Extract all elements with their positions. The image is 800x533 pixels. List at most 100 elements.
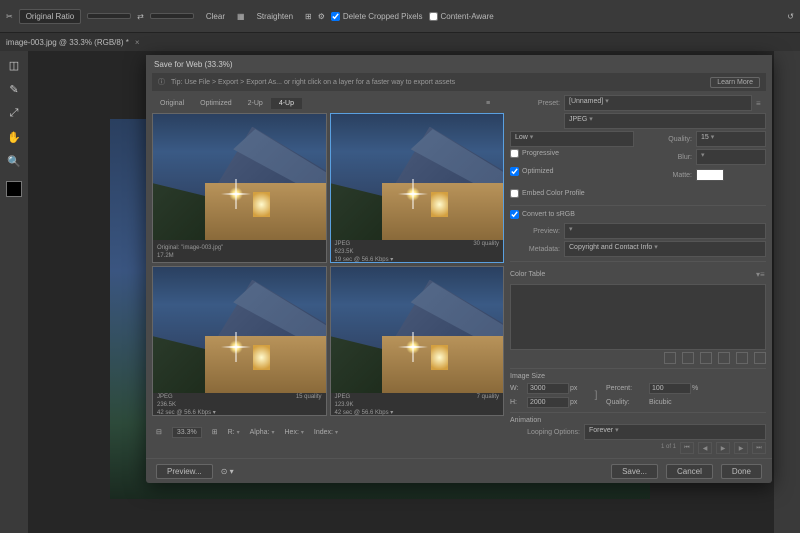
- quality-input[interactable]: 15: [696, 131, 766, 147]
- ct-icon[interactable]: [700, 352, 712, 364]
- alpha-value: Alpha:: [250, 429, 275, 436]
- height-input[interactable]: [527, 397, 569, 408]
- save-button[interactable]: Save...: [611, 464, 658, 479]
- preview-jpeg-7[interactable]: JPEG7 quality123.9K42 sec @ 56.6 Kbps ▾: [330, 266, 505, 416]
- tip-bar: ⓘ Tip: Use File > Export > Export As... …: [152, 73, 766, 91]
- metadata-label: Metadata:: [510, 246, 560, 253]
- done-button[interactable]: Done: [721, 464, 762, 479]
- metadata-select[interactable]: Copyright and Contact Info: [564, 241, 766, 257]
- matte-label: Matte:: [642, 172, 692, 179]
- foreground-color-swatch[interactable]: [6, 181, 22, 197]
- crop-tool-icon[interactable]: ◫: [4, 55, 24, 75]
- zoom-level[interactable]: 33.3%: [172, 427, 202, 438]
- last-frame-icon[interactable]: ⏭: [752, 442, 766, 454]
- preset-menu-icon[interactable]: ≡: [756, 99, 766, 108]
- overlay-icon[interactable]: ⊞: [305, 12, 312, 21]
- preview-tabs: Original Optimized 2-Up 4-Up ≡: [152, 95, 504, 111]
- ratio-width[interactable]: [87, 13, 131, 19]
- ct-trash-icon[interactable]: [754, 352, 766, 364]
- embed-profile-checkbox[interactable]: Embed Color Profile: [510, 189, 585, 198]
- matte-swatch[interactable]: [696, 169, 724, 181]
- preview-jpeg-30[interactable]: JPEG30 quality623.5K19 sec @ 56.6 Kbps ▾: [330, 113, 505, 263]
- pct-label: %: [692, 385, 710, 392]
- preview-menu-icon[interactable]: ≡: [478, 98, 504, 109]
- color-table-menu-icon[interactable]: ▾≡: [756, 270, 766, 279]
- width-label: W:: [510, 385, 524, 392]
- play-icon[interactable]: ▶: [716, 442, 730, 454]
- hand-tool-icon[interactable]: ✋: [4, 127, 24, 147]
- close-tab-icon[interactable]: ×: [135, 38, 140, 47]
- r-value: R:: [228, 429, 240, 436]
- ct-icon[interactable]: [718, 352, 730, 364]
- grid-icon[interactable]: ▦: [237, 12, 245, 21]
- tip-text: Tip: Use File > Export > Export As... or…: [171, 79, 455, 86]
- optimized-checkbox[interactable]: Optimized: [510, 167, 554, 176]
- tool-panel: ◫ ✎ ⤢ ✋ 🔍: [0, 51, 28, 533]
- percent-input[interactable]: [649, 383, 691, 394]
- preview-footer: ⊟ 33.3% ⊞ R: Alpha: Hex: Index:: [152, 420, 504, 444]
- height-label: H:: [510, 399, 524, 406]
- quality-preset-select[interactable]: Low: [510, 131, 634, 147]
- zoom-tool-icon[interactable]: 🔍: [4, 151, 24, 171]
- tab-optimized[interactable]: Optimized: [192, 98, 240, 109]
- tab-4up[interactable]: 4-Up: [271, 98, 302, 109]
- image-size-title: Image Size: [510, 373, 766, 380]
- prev-frame-icon[interactable]: ◀: [698, 442, 712, 454]
- preset-label: Preset:: [510, 100, 560, 107]
- delete-cropped-checkbox[interactable]: Delete Cropped Pixels: [331, 12, 423, 21]
- preview-jpeg-15[interactable]: JPEG15 quality236.5K42 sec @ 56.6 Kbps ▾: [152, 266, 327, 416]
- straighten-button[interactable]: Straighten: [251, 10, 299, 23]
- first-frame-icon[interactable]: ⏮: [680, 442, 694, 454]
- format-select[interactable]: JPEG: [564, 113, 766, 129]
- preview-select[interactable]: [564, 223, 766, 239]
- preset-select[interactable]: [Unnamed]: [564, 95, 752, 111]
- preview-label: Preview:: [510, 228, 560, 235]
- px-label: px: [570, 385, 586, 392]
- document-tab-bar: image-003.jpg @ 33.3% (RGB/8) * ×: [0, 33, 800, 51]
- width-input[interactable]: [527, 383, 569, 394]
- next-frame-icon[interactable]: ▶: [734, 442, 748, 454]
- crop-icon[interactable]: ✂: [6, 12, 13, 21]
- document-tab[interactable]: image-003.jpg @ 33.3% (RGB/8) *: [6, 38, 129, 47]
- cancel-button[interactable]: Cancel: [666, 464, 713, 479]
- reset-icon[interactable]: ↺: [787, 12, 794, 21]
- preview-button[interactable]: Preview...: [156, 464, 213, 479]
- resample-label: Quality:: [606, 399, 646, 406]
- tab-original[interactable]: Original: [152, 98, 192, 109]
- resample-select[interactable]: Bicubic: [649, 399, 710, 406]
- preview-original[interactable]: Original: "image-003.jpg"17.2M: [152, 113, 327, 263]
- tab-2up[interactable]: 2-Up: [240, 98, 271, 109]
- eyedropper-tool-icon[interactable]: ✎: [4, 79, 24, 99]
- right-panel-collapsed[interactable]: [774, 51, 800, 533]
- settings-pane: Preset: [Unnamed] ≡ JPEG Low Quality: 15 Pr…: [510, 95, 766, 454]
- workspace: ◫ ✎ ⤢ ✋ 🔍 Save for Web (33.3%) ⓘ Tip: Us…: [0, 51, 800, 533]
- blur-label: Blur:: [642, 154, 692, 161]
- gear-icon[interactable]: ⚙: [318, 12, 325, 21]
- progressive-checkbox[interactable]: Progressive: [510, 149, 559, 158]
- clear-button[interactable]: Clear: [200, 10, 231, 23]
- dialog-title: Save for Web (33.3%): [146, 55, 772, 73]
- zoom-out-icon[interactable]: ⊟: [156, 428, 162, 436]
- blur-input[interactable]: [696, 149, 766, 165]
- px-label: px: [570, 399, 586, 406]
- sampler-tool-icon[interactable]: ⤢: [4, 103, 24, 123]
- ratio-select[interactable]: Original Ratio: [19, 9, 81, 24]
- learn-more-button[interactable]: Learn More: [710, 77, 760, 88]
- content-aware-checkbox[interactable]: Content-Aware: [429, 12, 494, 21]
- ratio-height[interactable]: [150, 13, 194, 19]
- frame-counter: 1 of 1: [661, 442, 676, 452]
- info-icon: ⓘ: [158, 77, 165, 87]
- convert-srgb-checkbox[interactable]: Convert to sRGB: [510, 210, 575, 219]
- ct-icon[interactable]: [682, 352, 694, 364]
- link-icon[interactable]: ]: [589, 390, 603, 401]
- color-table-footer: [510, 352, 766, 364]
- browser-select[interactable]: ⊙ ▾: [221, 467, 234, 476]
- loop-select[interactable]: Forever: [584, 424, 766, 440]
- preview-pane: Original Optimized 2-Up 4-Up ≡ Original:…: [152, 95, 504, 454]
- ct-icon[interactable]: [736, 352, 748, 364]
- ct-icon[interactable]: [664, 352, 676, 364]
- swap-icon[interactable]: ⇄: [137, 12, 144, 21]
- hex-value: Hex:: [285, 429, 304, 436]
- animation-title: Animation: [510, 417, 766, 424]
- zoom-in-icon[interactable]: ⊞: [212, 428, 218, 436]
